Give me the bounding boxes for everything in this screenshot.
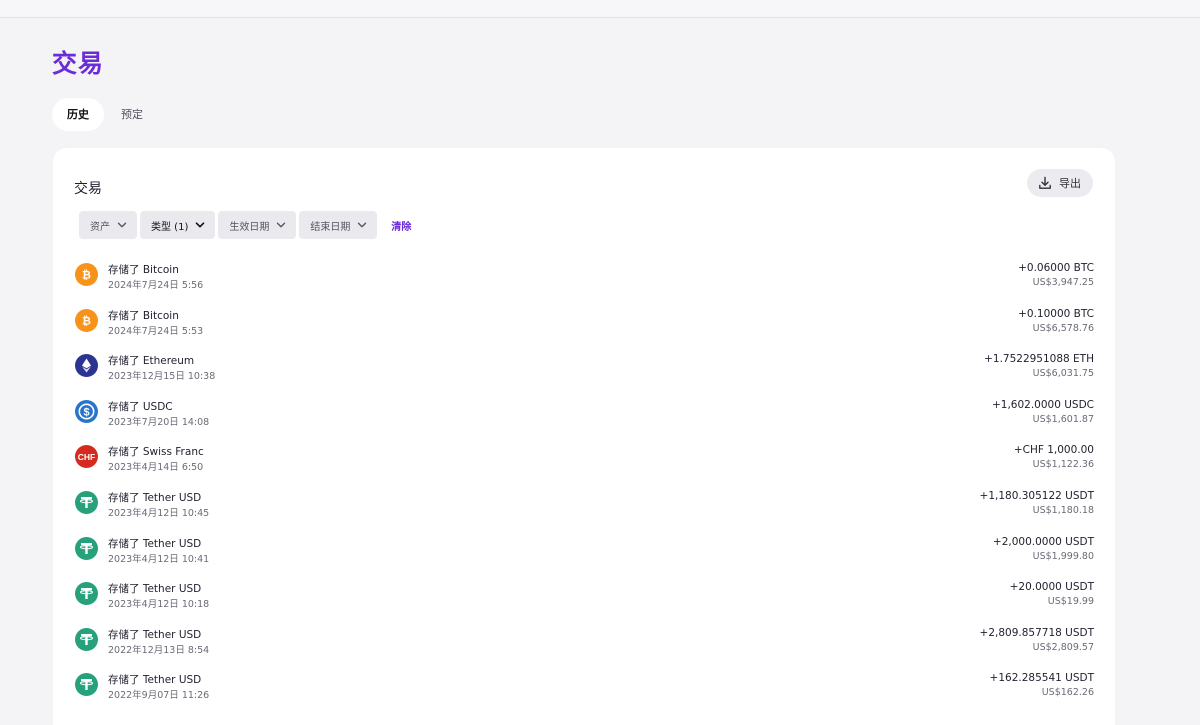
- transaction-fiat-value: US$19.99: [1047, 596, 1094, 608]
- chevron-down-icon: [117, 222, 127, 228]
- transaction-amount: +1,602.0000 USDC: [991, 398, 1094, 411]
- transaction-amount: +2,000.0000 USDT: [992, 535, 1094, 548]
- transaction-row[interactable]: 存储了 Tether USD 2022年12月13日 8:54 +2,809.8…: [74, 618, 1094, 664]
- filter-asset[interactable]: 资产: [79, 211, 137, 239]
- transaction-date: 2023年4月14日 6:50: [108, 462, 204, 474]
- transaction-date: 2024年7月24日 5:53: [108, 325, 204, 337]
- transaction-date: 2023年4月12日 10:41: [108, 553, 210, 565]
- transaction-fiat-value: US$162.26: [1041, 687, 1094, 699]
- transaction-amount: +1,180.305122 USDT: [979, 489, 1094, 502]
- svg-text:₿: ₿: [82, 269, 91, 281]
- filter-end-date[interactable]: 结束日期: [299, 211, 378, 239]
- svg-text:₿: ₿: [82, 315, 91, 327]
- transaction-row[interactable]: ₿ 存储了 Bitcoin 2024年7月24日 5:56 +0.06000 B…: [74, 253, 1094, 299]
- chevron-down-icon: [276, 222, 286, 228]
- download-icon: [1038, 176, 1052, 190]
- transaction-date: 2023年4月12日 10:18: [108, 599, 210, 611]
- filter-start-date[interactable]: 生效日期: [218, 211, 297, 239]
- transactions-card: 交易 导出 资产 类型 (1) 生效日期 结束日期 清除 ₿ 存储了 Bitco…: [53, 148, 1115, 725]
- transaction-date: 2023年12月15日 10:38: [108, 371, 216, 383]
- transaction-row[interactable]: 存储了 Ethereum 2023年12月15日 10:38 +1.752295…: [74, 344, 1094, 390]
- swiss-franc-icon: CHF: [75, 445, 98, 469]
- transaction-amount: +CHF 1,000.00: [1013, 444, 1094, 457]
- transaction-title: 存储了 Bitcoin: [108, 264, 179, 276]
- page-title: 交易: [52, 49, 105, 78]
- filter-type[interactable]: 类型 (1): [140, 211, 216, 239]
- tab-scheduled[interactable]: 预定: [106, 98, 158, 131]
- transaction-amount: +162.285541 USDT: [989, 672, 1094, 685]
- transaction-amount: +20.0000 USDT: [1009, 581, 1094, 594]
- svg-text:$: $: [83, 406, 89, 418]
- chevron-down-icon: [357, 222, 367, 228]
- transaction-row[interactable]: ₿ 存储了 Bitcoin 2024年7月24日 5:53 +0.10000 B…: [74, 299, 1094, 345]
- transaction-title: 存储了 Tether USD: [108, 583, 202, 596]
- transaction-title: 存储了 Tether USD: [108, 491, 202, 504]
- transaction-row[interactable]: 存储了 Tether USD 2023年4月12日 10:41 +2,000.0…: [74, 527, 1094, 573]
- svg-text:CHF: CHF: [78, 452, 95, 462]
- card-title: 交易: [74, 181, 102, 197]
- filter-end-date-label: 结束日期: [310, 221, 351, 233]
- transaction-list: ₿ 存储了 Bitcoin 2024年7月24日 5:56 +0.06000 B…: [74, 253, 1094, 709]
- tether-icon: [75, 490, 98, 514]
- transaction-fiat-value: US$6,031.75: [1032, 368, 1094, 380]
- filter-asset-label: 资产: [90, 221, 110, 233]
- transaction-row[interactable]: 存储了 Tether USD 2022年9月07日 11:26 +162.285…: [74, 663, 1094, 709]
- chevron-down-icon: [195, 222, 205, 228]
- transaction-title: 存储了 Bitcoin: [108, 309, 179, 322]
- transaction-row[interactable]: $ 存储了 USDC 2023年7月20日 14:08 +1,602.0000 …: [74, 390, 1094, 436]
- transaction-title: 存储了 USDC: [108, 400, 173, 413]
- transaction-fiat-value: US$1,180.18: [1032, 504, 1094, 516]
- transaction-amount: +0.06000 BTC: [1018, 262, 1094, 274]
- tether-icon: [75, 673, 98, 697]
- filter-start-date-label: 生效日期: [229, 221, 270, 233]
- transaction-title: 存储了 Ethereum: [108, 355, 195, 368]
- transaction-fiat-value: US$3,947.25: [1032, 277, 1094, 288]
- transaction-title: 存储了 Tether USD: [108, 628, 202, 641]
- ethereum-icon: [75, 354, 98, 378]
- transaction-amount: +0.10000 BTC: [1018, 307, 1094, 320]
- transaction-row[interactable]: 存储了 Tether USD 2023年4月12日 10:18 +20.0000…: [74, 572, 1094, 618]
- transaction-fiat-value: US$2,809.57: [1032, 641, 1094, 653]
- transaction-fiat-value: US$6,578.76: [1032, 322, 1094, 334]
- transaction-row[interactable]: 存储了 Tether USD 2023年4月12日 10:45 +1,180.3…: [74, 481, 1094, 527]
- transaction-fiat-value: US$1,601.87: [1032, 413, 1094, 425]
- export-label: 导出: [1059, 177, 1081, 190]
- transaction-fiat-value: US$1,999.80: [1032, 550, 1094, 562]
- tether-icon: [75, 582, 98, 606]
- tab-history[interactable]: 历史: [52, 98, 104, 131]
- transaction-title: 存储了 Swiss Franc: [108, 446, 204, 459]
- bitcoin-icon: ₿: [75, 308, 98, 332]
- transaction-amount: +2,809.857718 USDT: [979, 626, 1094, 639]
- tab-bar: 历史 预定: [52, 98, 158, 131]
- transaction-date: 2023年7月20日 14:08: [108, 416, 210, 428]
- filter-type-label: 类型 (1): [151, 221, 189, 233]
- transaction-date: 2023年4月12日 10:45: [108, 507, 210, 519]
- tether-icon: [75, 627, 98, 651]
- transaction-title: 存储了 Tether USD: [108, 674, 202, 687]
- top-bar: [0, 0, 1200, 18]
- export-button[interactable]: 导出: [1027, 169, 1093, 197]
- usdc-icon: $: [75, 399, 98, 423]
- transaction-row[interactable]: CHF 存储了 Swiss Franc 2023年4月14日 6:50 +CHF…: [74, 435, 1094, 481]
- clear-filters-link[interactable]: 清除: [391, 218, 411, 233]
- transaction-date: 2022年9月07日 11:26: [108, 690, 210, 702]
- transaction-amount: +1.7522951088 ETH: [984, 353, 1094, 366]
- filter-bar: 资产 类型 (1) 生效日期 结束日期 清除: [79, 211, 411, 239]
- bitcoin-icon: ₿: [75, 263, 98, 286]
- transaction-date: 2024年7月24日 5:56: [108, 280, 204, 291]
- transaction-date: 2022年12月13日 8:54: [108, 644, 210, 656]
- transaction-fiat-value: US$1,122.36: [1032, 459, 1094, 471]
- tether-icon: [75, 536, 98, 560]
- transaction-title: 存储了 Tether USD: [108, 537, 202, 550]
